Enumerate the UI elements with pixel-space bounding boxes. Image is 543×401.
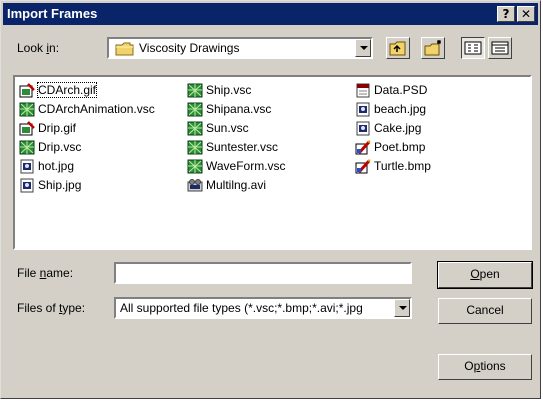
files-of-type-label: Files of type: <box>17 301 86 315</box>
file-item-label: Cake.jpg <box>374 121 422 135</box>
file-item-label: Ship.jpg <box>38 178 82 192</box>
bmp-paint-icon <box>355 140 371 155</box>
vsc-file-icon <box>187 83 203 98</box>
file-item[interactable]: Cake.jpg <box>355 119 431 138</box>
file-item[interactable]: Shipana.vsc <box>187 100 286 119</box>
file-item-label: Sun.vsc <box>206 121 249 135</box>
file-item-label: Poet.bmp <box>374 140 426 154</box>
file-item-label: Shipana.vsc <box>206 102 272 116</box>
file-item[interactable]: Drip.gif <box>19 119 155 138</box>
file-item[interactable]: beach.jpg <box>355 100 431 119</box>
file-item[interactable]: Multilng.avi <box>187 176 286 195</box>
vsc-file-icon <box>19 102 35 117</box>
file-name-input[interactable] <box>114 262 412 284</box>
file-item-label: Data.PSD <box>374 83 428 97</box>
options-button[interactable]: Options <box>438 354 532 380</box>
file-item-label: Ship.vsc <box>206 83 252 97</box>
jpg-image-icon <box>356 121 370 136</box>
file-list[interactable]: CDArch.gif CDArchAnimation.vsc Drip.gif Dri… <box>13 75 532 250</box>
file-item-label: hot.jpg <box>38 159 75 173</box>
list-view-icon <box>464 41 482 55</box>
files-of-type-value: All supported file types (*.vsc;*.bmp;*.… <box>120 301 363 315</box>
file-item[interactable]: Ship.vsc <box>187 81 286 100</box>
file-item[interactable]: Data.PSD <box>355 81 431 100</box>
open-button[interactable]: Open <box>437 261 533 289</box>
import-frames-dialog: Import Frames ? ✕ Look in: Viscosity Dra… <box>0 0 541 399</box>
file-item[interactable]: Ship.jpg <box>19 176 155 195</box>
file-item-label: CDArchAnimation.vsc <box>38 102 155 116</box>
file-item[interactable]: CDArchAnimation.vsc <box>19 100 155 119</box>
jpg-image-icon <box>20 178 34 193</box>
cancel-button[interactable]: Cancel <box>438 298 532 324</box>
avi-video-icon <box>187 179 203 192</box>
file-item-label: Drip.gif <box>38 121 77 135</box>
new-folder-icon <box>424 40 441 56</box>
psd-file-icon <box>356 83 370 98</box>
look-in-dropdown[interactable]: Viscosity Drawings <box>107 37 373 59</box>
details-view-button[interactable] <box>488 37 512 59</box>
chevron-down-icon[interactable] <box>394 299 410 317</box>
dialog-title: Import Frames <box>7 6 98 21</box>
look-in-label: Look in: <box>17 41 60 55</box>
jpg-image-icon <box>356 102 370 117</box>
vsc-file-icon <box>187 159 203 174</box>
file-column-2: Ship.vsc Shipana.vsc Sun.vsc Suntester.vsc W… <box>187 81 286 195</box>
file-name-label: File name: <box>17 266 74 280</box>
file-item-label: Multilng.avi <box>206 178 267 192</box>
file-item[interactable]: Turtle.bmp <box>355 157 431 176</box>
help-button[interactable]: ? <box>497 6 515 22</box>
file-item[interactable]: Drip.vsc <box>19 138 155 157</box>
jpg-image-icon <box>20 159 34 174</box>
file-item[interactable]: Poet.bmp <box>355 138 431 157</box>
file-column-3: Data.PSD beach.jpg Cake.jpg Poet.bmp Turtle.… <box>355 81 431 176</box>
up-folder-icon <box>389 41 406 56</box>
file-item[interactable]: Suntester.vsc <box>187 138 286 157</box>
file-item-label: Drip.vsc <box>38 140 82 154</box>
file-item[interactable]: Sun.vsc <box>187 119 286 138</box>
details-view-icon <box>491 41 509 55</box>
up-one-level-button[interactable] <box>386 37 410 59</box>
file-item[interactable]: CDArch.gif <box>19 81 155 100</box>
file-item-label: WaveForm.vsc <box>206 159 286 173</box>
files-of-type-dropdown[interactable]: All supported file types (*.vsc;*.bmp;*.… <box>114 297 412 319</box>
file-item-label: Turtle.bmp <box>374 159 431 173</box>
help-icon: ? <box>502 7 510 21</box>
vsc-file-icon <box>187 102 203 117</box>
vsc-file-icon <box>187 121 203 136</box>
list-view-button[interactable] <box>461 37 485 59</box>
vsc-file-icon <box>19 140 35 155</box>
file-item-label: Suntester.vsc <box>206 140 279 154</box>
gif-image-icon <box>19 83 35 98</box>
file-item-label: CDArch.gif <box>36 82 98 98</box>
title-bar[interactable]: Import Frames ? ✕ <box>3 3 538 25</box>
look-in-value: Viscosity Drawings <box>139 41 240 55</box>
gif-image-icon <box>19 121 35 136</box>
bmp-paint-icon <box>355 159 371 174</box>
chevron-down-icon[interactable] <box>355 39 371 57</box>
file-column-1: CDArch.gif CDArchAnimation.vsc Drip.gif Dri… <box>19 81 155 195</box>
new-folder-button[interactable] <box>421 37 445 59</box>
file-item[interactable]: hot.jpg <box>19 157 155 176</box>
folder-icon <box>115 42 134 56</box>
close-button[interactable]: ✕ <box>517 6 535 22</box>
vsc-file-icon <box>187 140 203 155</box>
close-icon: ✕ <box>520 7 532 21</box>
file-item[interactable]: WaveForm.vsc <box>187 157 286 176</box>
file-item-label: beach.jpg <box>374 102 427 116</box>
